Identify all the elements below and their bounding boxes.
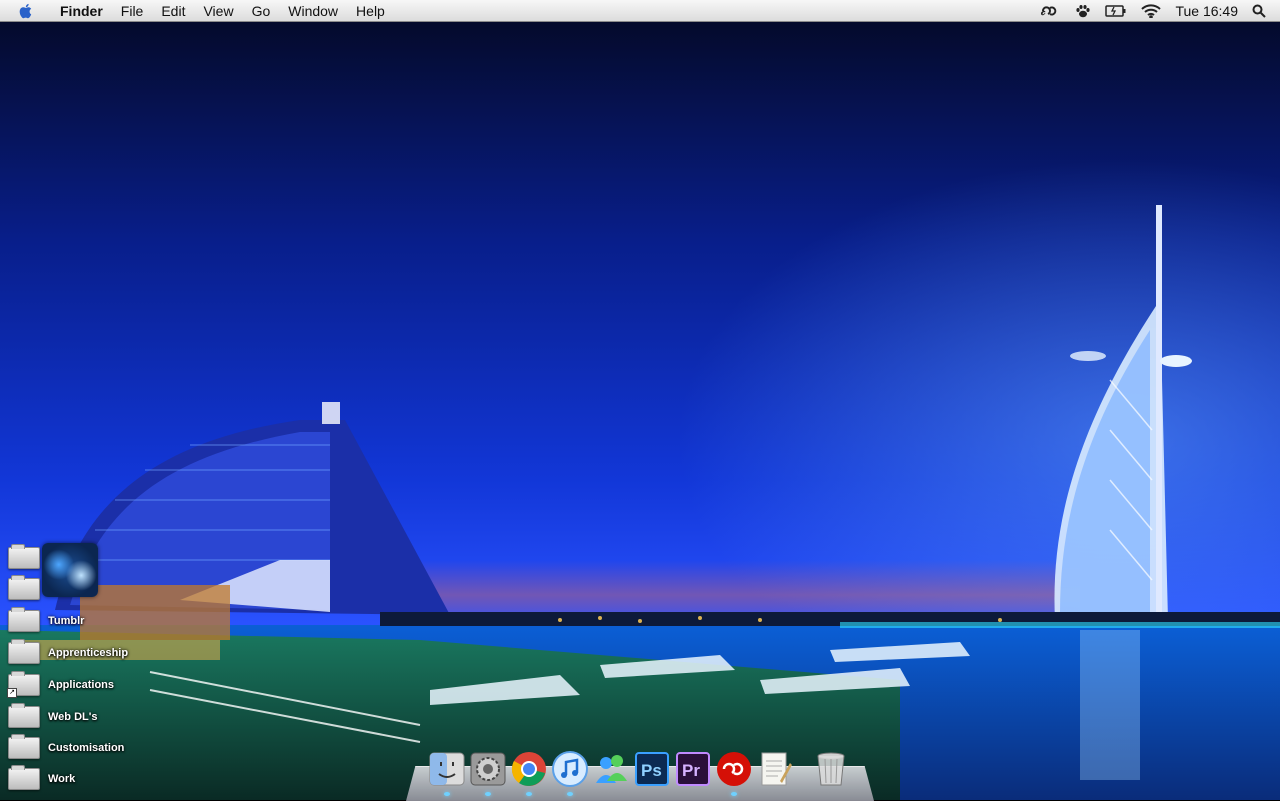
menu-bar-left: Finder File Edit View Go Window Help xyxy=(0,0,394,22)
folder-icon xyxy=(8,639,40,664)
desktop-folder-1[interactable] xyxy=(8,544,48,572)
trash-icon[interactable] xyxy=(812,750,850,788)
menu-view[interactable]: View xyxy=(194,0,242,22)
alias-arrow-icon: ↗ xyxy=(7,688,17,698)
menu-bar: Finder File Edit View Go Window Help 𝒸 T… xyxy=(0,0,1280,22)
menu-bar-right: 𝒸 Tue 16:49 xyxy=(1027,0,1280,22)
running-indicator xyxy=(567,792,573,796)
folder-icon xyxy=(8,544,40,569)
menu-go[interactable]: Go xyxy=(243,0,280,22)
folder-icon xyxy=(8,765,40,790)
desktop-item-label: Tumblr xyxy=(48,615,85,627)
menu-window[interactable]: Window xyxy=(279,0,347,22)
desktop-folder-web-dls[interactable]: Web DL's xyxy=(8,703,97,731)
running-indicator xyxy=(485,792,491,796)
desktop-folder-2[interactable] xyxy=(8,575,48,603)
lastfm-icon[interactable] xyxy=(715,750,753,796)
desktop-alias-applications[interactable]: ↗ Applications xyxy=(7,671,115,699)
menu-edit[interactable]: Edit xyxy=(152,0,194,22)
desktop-folder-work[interactable]: Work xyxy=(8,765,75,793)
system-preferences-icon[interactable] xyxy=(469,750,507,796)
search-icon[interactable] xyxy=(1252,4,1266,18)
chrome-icon[interactable] xyxy=(510,750,548,796)
desktop-item-label: Work xyxy=(48,773,76,785)
desktop-item-label: Applications xyxy=(48,679,115,691)
desktop-folder-customisation[interactable]: Customisation xyxy=(8,734,124,762)
growl-paw-icon[interactable] xyxy=(1075,4,1091,18)
photoshop-icon[interactable]: Ps xyxy=(633,750,671,788)
folder-icon xyxy=(8,607,40,632)
menu-file[interactable]: File xyxy=(112,0,153,22)
desktop-item-label: Web DL's xyxy=(48,711,98,723)
premiere-icon[interactable]: Pr xyxy=(674,750,712,788)
finder-icon[interactable] xyxy=(428,750,466,796)
messenger-icon[interactable] xyxy=(592,750,630,788)
premiere-label: Pr xyxy=(682,761,700,780)
desktop-item-label: Apprenticeship xyxy=(48,647,129,659)
wifi-icon[interactable] xyxy=(1141,3,1162,18)
folder-icon xyxy=(8,703,40,728)
folder-icon xyxy=(8,734,40,759)
desktop-wallpaper xyxy=(0,0,1280,800)
running-indicator xyxy=(444,792,450,796)
itunes-icon[interactable] xyxy=(551,750,589,796)
folder-icon: ↗ xyxy=(7,671,40,698)
desktop-folder-tumblr[interactable]: Tumblr xyxy=(8,607,84,635)
desktop-item-label: Customisation xyxy=(48,742,125,754)
apple-icon[interactable] xyxy=(15,3,37,19)
menu-clock[interactable]: Tue 16:49 xyxy=(1175,3,1238,19)
desktop-image-thumbnail[interactable] xyxy=(42,543,98,597)
folder-icon xyxy=(8,575,40,600)
textedit-icon[interactable] xyxy=(756,750,794,788)
desktop-folder-apprenticeship[interactable]: Apprenticeship xyxy=(8,639,128,667)
photoshop-label: Ps xyxy=(641,761,662,780)
menu-app-finder[interactable]: Finder xyxy=(51,0,112,22)
dock-icons: Ps Pr xyxy=(428,748,850,796)
lastfm-icon[interactable]: 𝒸 xyxy=(1041,5,1061,17)
menu-help[interactable]: Help xyxy=(347,0,394,22)
running-indicator xyxy=(731,792,737,796)
running-indicator xyxy=(526,792,532,796)
battery-icon[interactable] xyxy=(1105,4,1127,17)
